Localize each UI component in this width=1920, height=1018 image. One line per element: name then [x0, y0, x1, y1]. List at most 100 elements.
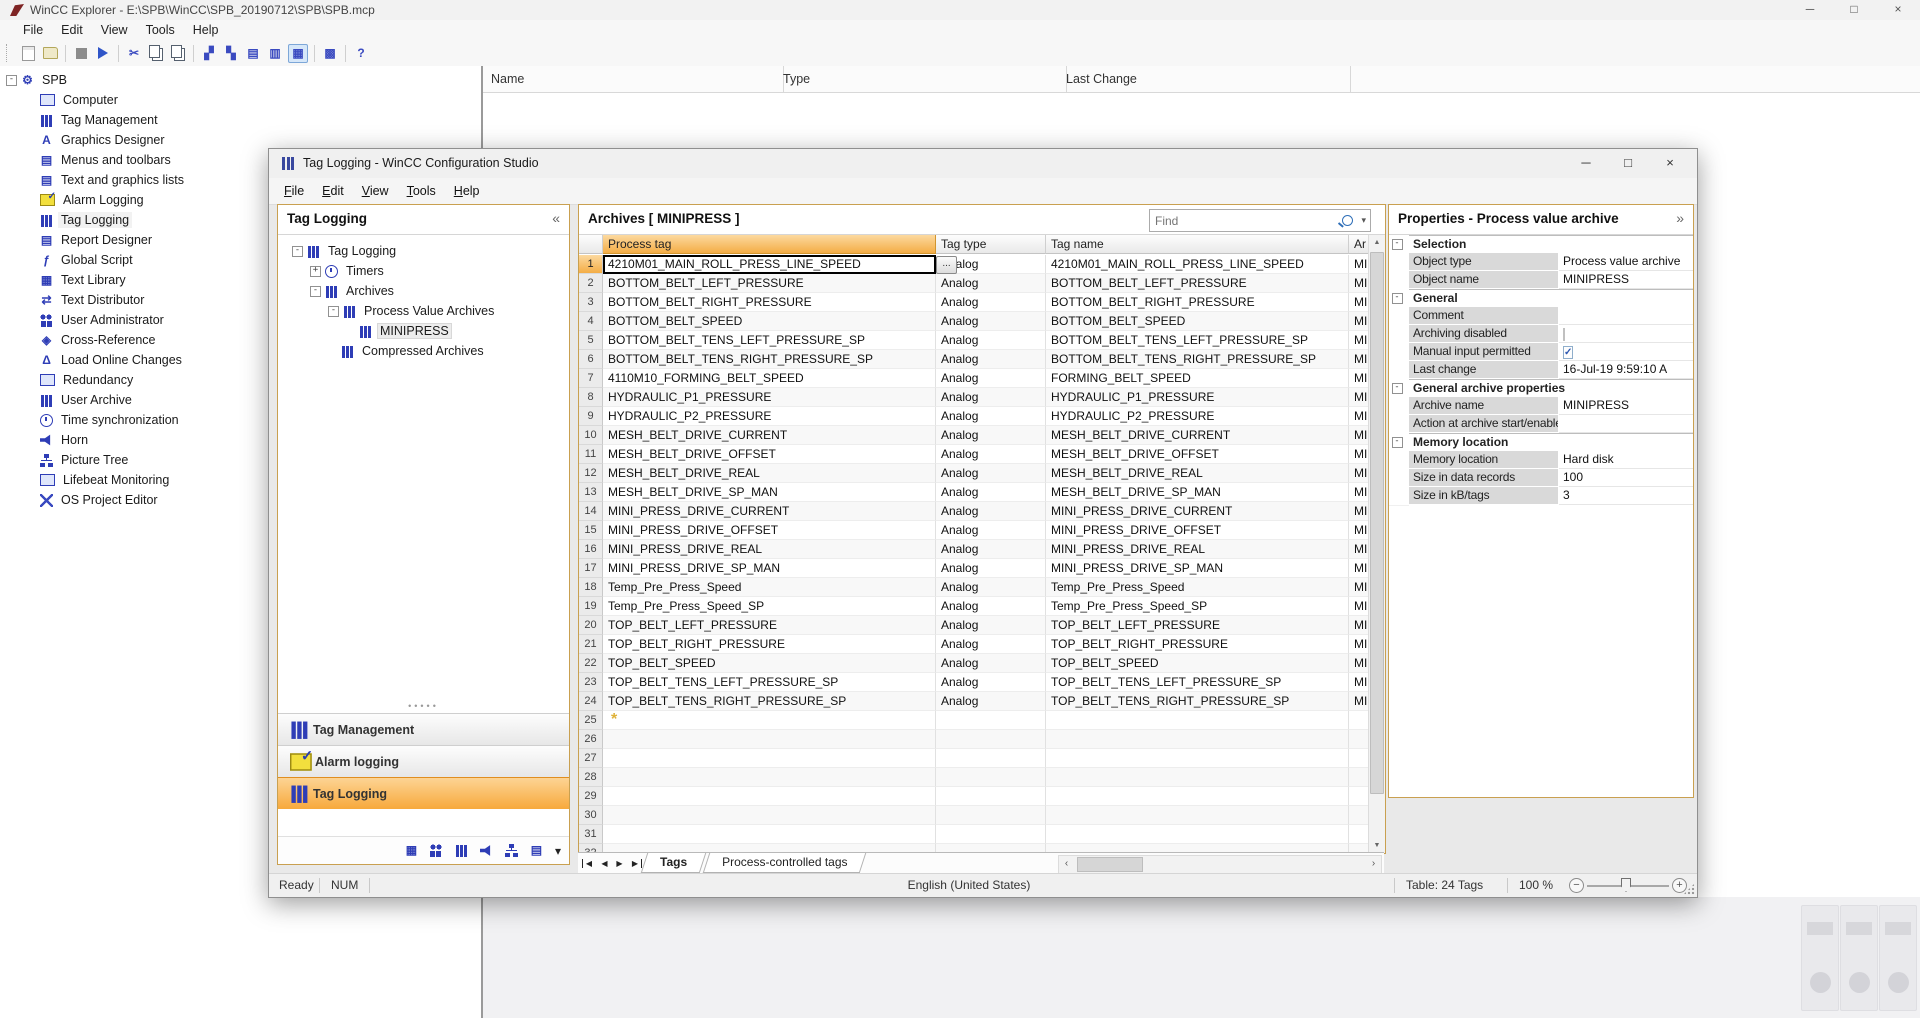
shortcut-splitter[interactable]: ••••• — [278, 703, 569, 711]
cell-archive[interactable]: MINIPRESS — [1349, 616, 1369, 635]
paste-icon[interactable] — [169, 45, 187, 62]
property-value[interactable]: MINIPRESS — [1559, 271, 1693, 289]
cell-archive[interactable]: MINIPRESS — [1349, 502, 1369, 521]
scrollbar-thumb[interactable] — [1077, 857, 1143, 872]
previous-record-button[interactable]: ◀ — [597, 859, 612, 868]
row-number-cell[interactable]: 30 — [579, 806, 603, 825]
help-icon[interactable]: ? — [352, 45, 370, 62]
row-number-cell[interactable]: 10 — [579, 426, 603, 445]
row-number-cell[interactable]: 20 — [579, 616, 603, 635]
table-row[interactable]: 9HYDRAULIC_P2_PRESSUREAnalogHYDRAULIC_P2… — [579, 407, 1369, 426]
explorer-menu-view[interactable]: View — [92, 23, 137, 37]
first-record-button[interactable]: ◀ — [582, 859, 595, 868]
cell-process-tag[interactable]: MINI_PRESS_DRIVE_REAL — [603, 540, 936, 559]
collapse-panel-icon[interactable]: « — [552, 210, 560, 226]
tree-item[interactable]: -Process Value Archives — [278, 301, 569, 321]
scroll-up-icon[interactable]: ▲ — [1369, 235, 1385, 250]
column-header-type[interactable]: Type — [775, 66, 1067, 92]
panes-icon[interactable]: ▚ — [222, 45, 240, 62]
cell-empty[interactable] — [936, 711, 1046, 730]
open-icon[interactable] — [41, 45, 59, 62]
section-collapse-icon[interactable]: - — [1392, 239, 1403, 250]
studio-minimize-button[interactable]: ─ — [1565, 149, 1607, 178]
table-view-icon[interactable]: ▦ — [288, 44, 308, 63]
cell-archive[interactable]: MINIPRESS — [1349, 331, 1369, 350]
table-row[interactable]: 25* — [579, 711, 1369, 730]
cell-empty[interactable] — [603, 768, 936, 787]
cell-archive[interactable]: MINIPRESS — [1349, 293, 1369, 312]
horn-icon[interactable] — [480, 845, 493, 857]
section-collapse-icon[interactable]: - — [1392, 437, 1403, 448]
cell-tag-name[interactable]: TOP_BELT_TENS_LEFT_PRESSURE_SP — [1046, 673, 1349, 692]
studio-menu-file[interactable]: File — [275, 184, 313, 198]
next-record-button[interactable]: ▶ — [612, 859, 627, 868]
cell-tag-name[interactable]: 4210M01_MAIN_ROLL_PRESS_LINE_SPEED — [1046, 255, 1349, 274]
row-number-cell[interactable]: 14 — [579, 502, 603, 521]
cell-tag-type[interactable]: Analog — [936, 597, 1046, 616]
cell-tag-type[interactable]: Analog — [936, 331, 1046, 350]
column-header[interactable]: Process tag — [603, 235, 936, 254]
tree-item[interactable]: -Archives — [278, 281, 569, 301]
cell-process-tag[interactable]: TOP_BELT_TENS_RIGHT_PRESSURE_SP — [603, 692, 936, 711]
tab-tags[interactable]: Tags — [644, 853, 703, 873]
zoom-in-button[interactable]: + — [1672, 878, 1687, 893]
cell-tag-type[interactable]: Analog — [936, 369, 1046, 388]
cell-empty[interactable] — [603, 787, 936, 806]
row-number-cell[interactable]: 25 — [579, 711, 603, 730]
row-number-header[interactable] — [579, 235, 603, 254]
cell-tag-name[interactable]: BOTTOM_BELT_TENS_RIGHT_PRESSURE_SP — [1046, 350, 1349, 369]
table-row[interactable]: 23TOP_BELT_TENS_LEFT_PRESSURE_SPAnalogTO… — [579, 673, 1369, 692]
cell-process-tag[interactable]: MINI_PRESS_DRIVE_CURRENT — [603, 502, 936, 521]
cell-tag-type[interactable]: Analog — [936, 559, 1046, 578]
open-dialog-button[interactable]: ... — [936, 256, 957, 274]
cell-process-tag[interactable]: TOP_BELT_RIGHT_PRESSURE — [603, 635, 936, 654]
property-checkbox[interactable] — [1563, 328, 1565, 341]
cell-empty[interactable] — [1349, 825, 1369, 844]
zoom-out-button[interactable]: − — [1569, 878, 1584, 893]
table-row[interactable]: 14MINI_PRESS_DRIVE_CURRENTAnalogMINI_PRE… — [579, 502, 1369, 521]
row-number-cell[interactable]: 21 — [579, 635, 603, 654]
cell-tag-name[interactable]: MINI_PRESS_DRIVE_CURRENT — [1046, 502, 1349, 521]
cell-process-tag[interactable]: MESH_BELT_DRIVE_REAL — [603, 464, 936, 483]
table-row[interactable]: 31 — [579, 825, 1369, 844]
cell-process-tag[interactable]: TOP_BELT_LEFT_PRESSURE — [603, 616, 936, 635]
shortcut-alarm-logging[interactable]: Alarm logging — [278, 745, 569, 777]
table-row[interactable]: 27 — [579, 749, 1369, 768]
tree-item[interactable]: MINIPRESS — [278, 321, 569, 341]
cell-process-tag[interactable]: BOTTOM_BELT_LEFT_PRESSURE — [603, 274, 936, 293]
row-number-cell[interactable]: 11 — [579, 445, 603, 464]
vertical-scrollbar[interactable]: ▲ ▼ — [1368, 235, 1385, 853]
table-row[interactable]: 8HYDRAULIC_P1_PRESSUREAnalogHYDRAULIC_P1… — [579, 388, 1369, 407]
activate-icon[interactable] — [94, 45, 112, 62]
table-row[interactable]: 2BOTTOM_BELT_LEFT_PRESSUREAnalogBOTTOM_B… — [579, 274, 1369, 293]
property-value[interactable]: Hard disk — [1559, 451, 1693, 469]
row-number-cell[interactable]: 26 — [579, 730, 603, 749]
property-value[interactable]: Process value archive — [1559, 253, 1693, 271]
cell-process-tag[interactable]: BOTTOM_BELT_TENS_RIGHT_PRESSURE_SP — [603, 350, 936, 369]
tree-expander-icon[interactable]: - — [328, 306, 339, 317]
cut-icon[interactable]: ✂ — [125, 45, 143, 62]
cell-archive[interactable]: MINIPRESS — [1349, 407, 1369, 426]
cell-tag-type[interactable]: Analog — [936, 293, 1046, 312]
tile-icon[interactable]: ▞ — [200, 45, 218, 62]
cell-archive[interactable]: MINIPRESS — [1349, 521, 1369, 540]
cell-empty[interactable] — [1046, 825, 1349, 844]
library-icon[interactable]: ▩ — [321, 45, 339, 62]
cell-tag-name[interactable]: Temp_Pre_Press_Speed — [1046, 578, 1349, 597]
row-number-cell[interactable]: 15 — [579, 521, 603, 540]
row-number-cell[interactable]: 12 — [579, 464, 603, 483]
studio-menu-tools[interactable]: Tools — [398, 184, 445, 198]
cell-tag-name[interactable]: TOP_BELT_TENS_RIGHT_PRESSURE_SP — [1046, 692, 1349, 711]
row-number-cell[interactable]: 27 — [579, 749, 603, 768]
property-value[interactable] — [1559, 307, 1693, 325]
cell-process-tag[interactable]: Temp_Pre_Press_Speed_SP — [603, 597, 936, 616]
row-number-cell[interactable]: 18 — [579, 578, 603, 597]
table-row[interactable]: 20TOP_BELT_LEFT_PRESSUREAnalogTOP_BELT_L… — [579, 616, 1369, 635]
table-row[interactable]: 24TOP_BELT_TENS_RIGHT_PRESSURE_SPAnalogT… — [579, 692, 1369, 711]
cell-tag-type[interactable]: Analog — [936, 407, 1046, 426]
property-value[interactable]: ✓ — [1559, 343, 1693, 361]
cell-archive[interactable]: MINIPRESS — [1349, 635, 1369, 654]
property-checkbox[interactable]: ✓ — [1563, 346, 1573, 359]
cell-process-tag[interactable]: HYDRAULIC_P1_PRESSURE — [603, 388, 936, 407]
cell-archive[interactable]: MINIPRESS — [1349, 578, 1369, 597]
